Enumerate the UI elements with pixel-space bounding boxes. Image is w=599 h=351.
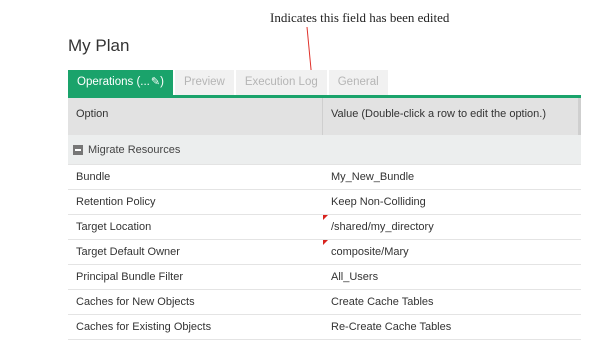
table-row[interactable]: Target Location /shared/my_directory <box>68 215 581 240</box>
tab-preview[interactable]: Preview <box>174 70 234 95</box>
value-cell[interactable]: Keep Non-Colliding <box>323 190 581 214</box>
edited-field-callout: Indicates this field has been edited <box>270 10 450 25</box>
page-title: My Plan <box>68 36 130 55</box>
group-row-migrate-resources[interactable]: Migrate Resources <box>68 135 581 165</box>
collapse-minus-icon[interactable] <box>73 145 83 155</box>
tab-operations[interactable]: Operations (...✎) <box>68 70 173 95</box>
tab-operations-label: Operations (... <box>77 76 150 88</box>
table-row[interactable]: Target Default Owner composite/Mary <box>68 240 581 265</box>
header-value[interactable]: Value (Double-click a row to edit the op… <box>323 98 578 135</box>
table-row[interactable]: Principal Bundle Filter All_Users <box>68 265 581 290</box>
value-cell-edited[interactable]: /shared/my_directory <box>323 215 581 239</box>
value-cell-edited[interactable]: composite/Mary <box>323 240 581 264</box>
tab-general[interactable]: General <box>328 70 388 95</box>
table-header: Option Value (Double-click a row to edit… <box>68 98 581 135</box>
option-cell: Bundle <box>76 171 111 183</box>
table-row[interactable]: Caches for New Objects Create Cache Tabl… <box>68 290 581 315</box>
table-row[interactable]: Caches for Existing Objects Re-Create Ca… <box>68 315 581 340</box>
header-option[interactable]: Option <box>68 98 323 135</box>
option-cell: Retention Policy <box>76 196 156 208</box>
value-cell[interactable]: My_New_Bundle <box>323 165 581 189</box>
option-cell: Caches for Existing Objects <box>76 321 212 333</box>
table-row[interactable]: Retention Policy Keep Non-Colliding <box>68 190 581 215</box>
option-cell: Target Default Owner <box>76 246 180 258</box>
value-cell[interactable]: Create Cache Tables <box>323 290 581 314</box>
option-cell: Target Location <box>76 221 152 233</box>
options-table: Option Value (Double-click a row to edit… <box>68 98 581 340</box>
group-label: Migrate Resources <box>88 143 181 156</box>
tab-bar: Operations (...✎) Preview Execution Log … <box>68 70 390 95</box>
table-row[interactable]: Bundle My_New_Bundle <box>68 165 581 190</box>
option-cell: Caches for New Objects <box>76 296 195 308</box>
tab-execution-log[interactable]: Execution Log <box>235 70 327 95</box>
value-cell[interactable]: Re-Create Cache Tables <box>323 315 581 339</box>
option-cell: Principal Bundle Filter <box>76 271 183 283</box>
value-cell[interactable]: All_Users <box>323 265 581 289</box>
pencil-icon: ✎ <box>150 76 161 88</box>
